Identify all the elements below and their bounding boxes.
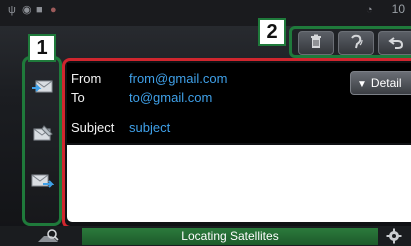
sidebar-item-forward[interactable] [30, 169, 54, 193]
mail-forward-icon [31, 174, 54, 188]
message-body[interactable] [67, 145, 411, 222]
wifi-icon: ◔ [366, 4, 373, 16]
usb-icon: ψ [8, 4, 16, 16]
detail-button-label: Detail [370, 76, 402, 90]
status-bar: ψ ◉ ■ ● ◔ 10 [0, 0, 411, 26]
settings-button[interactable] [386, 228, 404, 244]
gear-icon [386, 228, 402, 244]
from-address: from@gmail.com [129, 71, 228, 86]
sidebar-item-compose[interactable] [30, 122, 54, 146]
message-panel: From from@gmail.com To to@gmail.com Subj… [62, 58, 411, 229]
from-label: From [71, 71, 102, 86]
status-time: 10 [391, 2, 405, 16]
trash-icon [311, 34, 321, 48]
delete-button[interactable] [298, 31, 334, 55]
bottom-bar: Locating Satellites [0, 226, 411, 246]
callout-badge-1: 1 [28, 34, 56, 62]
mail-compose-icon [33, 125, 53, 141]
map-search-icon [38, 229, 59, 242]
android-icon: ◉ [22, 4, 32, 16]
sidebar-item-receive[interactable] [30, 75, 54, 99]
back-icon [388, 37, 404, 49]
map-search-button[interactable] [36, 228, 60, 244]
read-aloud-button[interactable] [338, 31, 374, 55]
back-button[interactable] [378, 31, 411, 55]
message-toolbar [289, 26, 411, 58]
alert-icon: ● [50, 4, 57, 16]
mail-receive-icon [32, 80, 53, 93]
chevron-down-icon: ▼ [357, 79, 367, 90]
detail-button[interactable]: ▼ Detail [350, 71, 411, 95]
message-header: From from@gmail.com To to@gmail.com Subj… [67, 63, 411, 143]
app-screen: ψ ◉ ■ ● ◔ 10 From from@gmail.com To to@g… [0, 0, 411, 246]
navigation-status: Locating Satellites [82, 228, 378, 245]
notification-icon: ■ [36, 4, 43, 16]
callout-badge-2: 2 [258, 18, 286, 46]
to-address: to@gmail.com [129, 90, 213, 105]
subject-value: subject [129, 120, 171, 135]
subject-label: Subject [71, 120, 115, 135]
voice-read-icon [351, 34, 363, 49]
to-label: To [71, 90, 85, 105]
mail-sidebar [22, 56, 62, 226]
